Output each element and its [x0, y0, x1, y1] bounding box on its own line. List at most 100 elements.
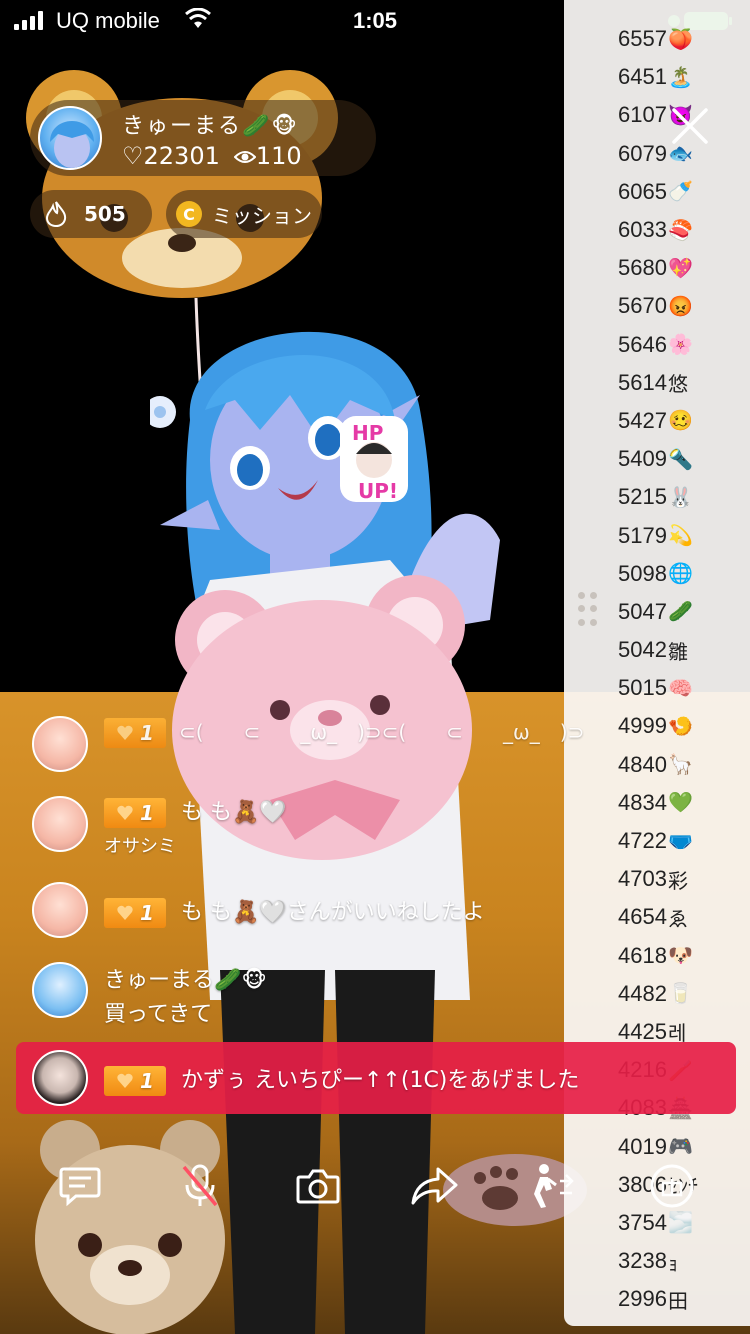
ranking-item[interactable]: 5047 🥒	[618, 593, 698, 631]
chat-message: 1 ⊂( ⊂ _ω_ )⊃⊂( ⊂ _ω_ )⊃	[32, 712, 732, 772]
ranking-score: 5098	[618, 560, 667, 586]
ranking-user-emoji: 🥴	[667, 410, 693, 433]
gift-circle-icon	[650, 1164, 694, 1208]
ranking-score: 5670	[618, 293, 667, 319]
comment-button[interactable]	[56, 1162, 104, 1210]
ranking-item[interactable]: 4019 🎮	[618, 1127, 698, 1165]
ranking-score: 6557	[618, 26, 667, 52]
drag-handle-icon[interactable]	[578, 592, 598, 628]
viewers-count: 110	[255, 142, 302, 170]
chat-message: きゅーまる🥒🐵 買ってきて	[32, 962, 732, 1027]
ranking-item[interactable]: 5409 🔦	[618, 440, 698, 478]
ranking-item[interactable]: 6557 🍑	[618, 20, 698, 58]
mission-button[interactable]: C ミッション	[166, 190, 322, 238]
chat-user-avatar[interactable]	[32, 716, 88, 772]
level-badge: 1	[104, 798, 166, 828]
gift-button[interactable]	[648, 1162, 696, 1210]
chat-username: きゅーまる🥒🐵	[104, 968, 267, 993]
chat-text-line: も も🧸🤍さんがいいねしたよ	[181, 900, 485, 925]
ranking-score: 6033	[618, 217, 667, 243]
ranking-item[interactable]: 6451 🏝️	[618, 58, 698, 96]
ranking-item[interactable]: 5215 🐰	[618, 478, 698, 516]
heart-level-icon	[117, 905, 133, 920]
ranking-score: 6065	[618, 178, 667, 204]
ranking-list: 6557🍑6451🏝️6107😈6079🐟6065🍼6033🍣5680💖5670…	[618, 20, 698, 1318]
level-badge: 1	[104, 898, 166, 928]
chat-text-line: ⊂( ⊂ _ω_ )⊃⊂( ⊂ _ω_ )⊃	[179, 720, 585, 744]
streamer-stats: ♡22301 110	[122, 142, 302, 170]
likes-count: ♡22301	[122, 142, 220, 170]
coin-icon: C	[176, 201, 202, 227]
fire-points-pill[interactable]: 505	[30, 190, 152, 238]
share-button[interactable]	[410, 1162, 458, 1210]
ranking-score: 5215	[618, 484, 667, 510]
streamer-avatar[interactable]	[38, 106, 102, 170]
teddy-bear	[35, 1120, 225, 1334]
camera-icon	[296, 1169, 340, 1204]
ranking-item[interactable]: 5614 悠	[618, 364, 698, 402]
chat-user-avatar[interactable]	[32, 962, 88, 1018]
ranking-panel[interactable]: 6557🍑6451🏝️6107😈6079🐟6065🍼6033🍣5680💖5670…	[564, 0, 750, 1326]
fire-count: 505	[84, 202, 126, 226]
gift-notification: 1 かずぅ えいちぴー↑↑(1C)をあげました	[16, 1042, 736, 1114]
ranking-score: 4019	[618, 1133, 667, 1159]
gift-message-text: 1 かずぅ えいちぴー↑↑(1C)をあげました	[104, 1062, 579, 1096]
ranking-item[interactable]: 6065 🍼	[618, 173, 698, 211]
heart-level-icon	[117, 1073, 133, 1088]
chat-username: オサシミ	[104, 836, 176, 857]
ranking-user-emoji: 🍣	[667, 219, 693, 242]
viewers-group: 110	[233, 142, 302, 170]
fire-icon	[42, 200, 70, 228]
ranking-user-emoji: 🏝️	[667, 66, 693, 89]
hp-up-sticker: HP UP!	[340, 416, 408, 503]
ranking-item[interactable]: 5098 🌐	[618, 555, 698, 593]
ranking-item[interactable]: 5670 😡	[618, 287, 698, 325]
heart-level-icon	[117, 725, 133, 740]
ranking-user-emoji: 🎮	[667, 1136, 693, 1159]
ranking-user-emoji: 🍑	[667, 28, 693, 51]
ranking-user-emoji: 悠	[667, 374, 688, 397]
ranking-item[interactable]: 2996 田	[618, 1280, 698, 1318]
close-icon[interactable]	[668, 104, 712, 148]
ranking-item[interactable]: 5015 🧠	[618, 669, 698, 707]
ranking-item[interactable]: 5680 💖	[618, 249, 698, 287]
ranking-user-emoji: 🥒	[667, 601, 693, 624]
ranking-score: 5042	[618, 637, 667, 663]
ranking-item[interactable]: 5646 🌸	[618, 326, 698, 364]
chat-user-avatar[interactable]	[32, 882, 88, 938]
streamer-info-card[interactable]: きゅーまる🥒🐵 ♡22301 110	[30, 100, 376, 176]
mute-mic-button[interactable]	[176, 1162, 224, 1210]
ranking-item[interactable]: 5042 雛	[618, 631, 698, 669]
ranking-score: 5646	[618, 331, 667, 357]
chat-message-text: 1 も も🧸🤍さんがいいねしたよ	[104, 894, 485, 928]
ranking-item[interactable]: 3238 ｮ	[618, 1242, 698, 1280]
ranking-score: 5680	[618, 255, 667, 281]
ranking-item[interactable]: 6033 🍣	[618, 211, 698, 249]
level-badge: 1	[104, 1066, 166, 1096]
chat-user-avatar[interactable]	[32, 796, 88, 852]
chat-message-text: 買ってきて	[104, 1002, 213, 1027]
camera-button[interactable]	[294, 1162, 342, 1210]
level-badge: 1	[104, 718, 166, 748]
eye-icon	[233, 151, 257, 163]
ranking-user-emoji: 🌐	[667, 563, 693, 586]
share-icon	[411, 1167, 458, 1205]
mic-off-icon	[182, 1164, 218, 1207]
ranking-user-emoji: 😡	[667, 295, 693, 318]
ranking-user-emoji: 💖	[667, 257, 693, 280]
gift-user-avatar[interactable]	[32, 1050, 88, 1106]
chat-message-text: 1 ⊂( ⊂ _ω_ )⊃⊂( ⊂ _ω_ )⊃	[104, 716, 584, 748]
ranking-user-emoji: 🌸	[667, 334, 693, 357]
ranking-user-emoji: 💫	[667, 525, 693, 548]
collab-button[interactable]	[526, 1162, 574, 1210]
ranking-score: 5047	[618, 598, 667, 624]
ranking-item[interactable]: 5179 💫	[618, 516, 698, 554]
ranking-score: 6107	[618, 102, 667, 128]
ranking-user-emoji: 雛	[667, 641, 688, 664]
ranking-user-emoji: ｮ	[667, 1252, 678, 1275]
ranking-score: 2996	[618, 1286, 667, 1312]
mission-label: ミッション	[212, 203, 312, 228]
ranking-score: 5614	[618, 369, 667, 395]
chat-message-text: 1 も も🧸🤍	[104, 794, 287, 828]
ranking-item[interactable]: 5427 🥴	[618, 402, 698, 440]
